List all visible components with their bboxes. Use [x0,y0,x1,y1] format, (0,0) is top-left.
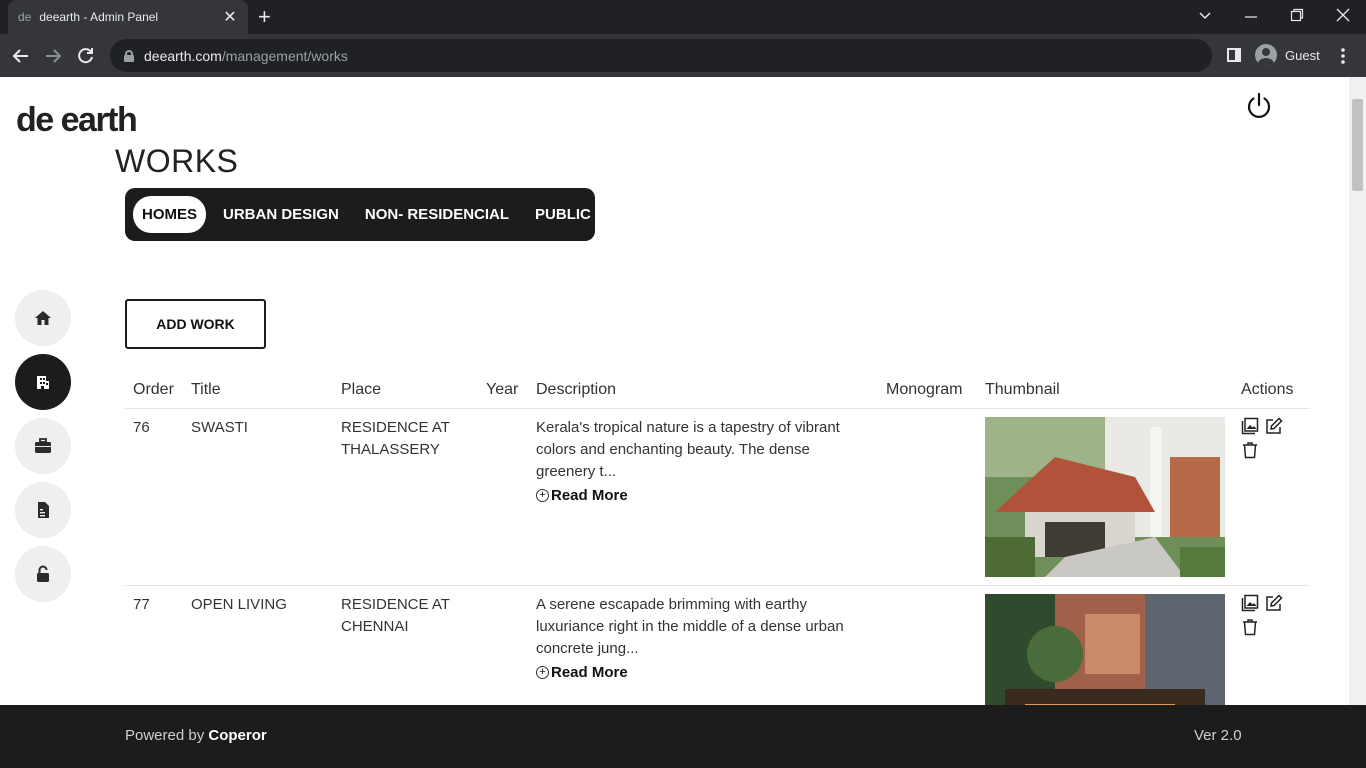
edit-icon[interactable] [1265,417,1283,435]
avatar-icon [1255,44,1277,66]
side-panel-icon[interactable] [1227,48,1241,62]
tab-urban-design[interactable]: URBAN DESIGN [214,196,348,233]
thumbnail-image[interactable] [985,417,1225,577]
row-monogram [878,585,977,705]
row-actions [1241,594,1297,636]
row-description-cell: Kerala's tropical nature is a tapestry o… [528,408,878,586]
sidebar-item-access[interactable] [15,546,71,602]
delete-icon[interactable] [1241,618,1259,636]
header-thumbnail: Thumbnail [977,375,1233,409]
gallery-icon[interactable] [1241,594,1259,612]
table-header-row: Order Title Place Year Description Monog… [125,375,1309,409]
logout-power-icon[interactable] [1245,92,1273,120]
unlock-icon [37,565,49,582]
browser-toolbar: deearth.com/management/works Guest [0,34,1366,77]
profile-name: Guest [1285,47,1320,63]
sidebar-item-home[interactable] [15,290,71,346]
briefcase-icon [35,438,51,453]
url-path: /management/works [221,47,348,64]
gallery-icon[interactable] [1241,417,1259,435]
edit-icon[interactable] [1265,594,1283,612]
plus-circle-icon: + [536,489,549,502]
home-icon [35,311,51,325]
read-more-link[interactable]: + Read More [536,485,628,507]
footer: Powered by Coperor Ver 2.0 [0,705,1366,768]
row-title: OPEN LIVING [183,585,333,705]
sidebar-nav [15,290,71,610]
tab-title: deearth - Admin Panel [39,10,159,24]
row-order: 77 [125,585,183,705]
row-thumbnail-cell [977,585,1233,705]
scrollbar-thumb[interactable] [1352,99,1363,191]
powered-by: Powered by Coperor [125,727,267,744]
reload-icon[interactable] [77,47,99,65]
close-window-icon[interactable] [1336,8,1350,22]
row-monogram [878,408,977,586]
header-description: Description [528,375,878,409]
minimize-icon[interactable] [1244,10,1258,24]
tab-search-icon[interactable] [1198,8,1212,22]
delete-icon[interactable] [1241,441,1259,459]
new-tab-button[interactable]: + [258,5,271,29]
page-scrollbar[interactable] [1349,77,1366,705]
header-order: Order [125,375,183,409]
page-title: WORKS [115,143,239,179]
header-place: Place [333,375,478,409]
row-place: RESIDENCE AT THALASSERY [333,408,478,586]
tab-homes[interactable]: HOMES [133,196,207,233]
document-icon [38,502,49,518]
tab-close-icon[interactable]: ✕ [222,7,238,27]
row-description: A serene escapade brimming with earthy l… [536,596,844,657]
thumbnail-image[interactable] [985,594,1225,705]
profile-button[interactable]: Guest [1255,44,1320,66]
restore-icon[interactable] [1290,8,1304,22]
row-description: Kerala's tropical nature is a tapestry o… [536,419,840,480]
header-year: Year [478,375,528,409]
row-thumbnail-cell [977,408,1233,586]
lock-icon[interactable] [124,49,134,62]
plus-circle-icon: + [536,666,549,679]
site-logo[interactable]: de earth [16,101,138,140]
address-bar[interactable]: deearth.com/management/works [110,39,1212,72]
header-title: Title [183,375,333,409]
works-table: Order Title Place Year Description Monog… [125,375,1309,705]
admin-page: de earth WORKS HOMES URBAN DESIGN NON- R… [0,77,1349,705]
url-host: deearth.com [144,47,222,64]
category-tabs: HOMES URBAN DESIGN NON- RESIDENCIAL PUBL… [125,188,595,241]
header-actions: Actions [1233,375,1309,409]
row-actions-cell [1233,585,1309,705]
row-actions-cell [1233,408,1309,586]
powered-prefix: Powered by [125,727,209,744]
row-title: SWASTI [183,408,333,586]
site-favicon: de [18,10,32,24]
row-description-cell: A serene escapade brimming with earthy l… [528,585,878,705]
sidebar-item-careers[interactable] [15,418,71,474]
version-label: Ver 2.0 [1194,727,1242,744]
browser-tab-strip: de deearth - Admin Panel ✕ + [0,0,1366,34]
sidebar-item-works[interactable] [15,354,71,410]
read-more-label: Read More [551,486,628,504]
powered-brand-link[interactable]: Coperor [208,727,266,744]
row-year [478,585,528,705]
row-actions [1241,417,1297,459]
row-year [478,408,528,586]
browser-tab[interactable]: de deearth - Admin Panel ✕ [8,0,248,34]
sidebar-item-documents[interactable] [15,482,71,538]
tab-non-residencial[interactable]: NON- RESIDENCIAL [356,196,518,233]
row-order: 76 [125,408,183,586]
read-more-link[interactable]: + Read More [536,662,628,684]
tab-public[interactable]: PUBLIC [526,196,600,233]
building-icon [37,376,49,389]
forward-arrow-icon[interactable] [44,47,66,65]
back-arrow-icon[interactable] [12,47,34,65]
read-more-label: Read More [551,663,628,681]
browser-menu-icon[interactable] [1340,47,1346,65]
row-place: RESIDENCE AT CHENNAI [333,585,478,705]
table-row: 77 OPEN LIVING RESIDENCE AT CHENNAI A se… [125,585,1309,705]
header-monogram: Monogram [878,375,977,409]
table-row: 76 SWASTI RESIDENCE AT THALASSERY Kerala… [125,408,1309,586]
add-work-button[interactable]: ADD WORK [125,299,266,349]
